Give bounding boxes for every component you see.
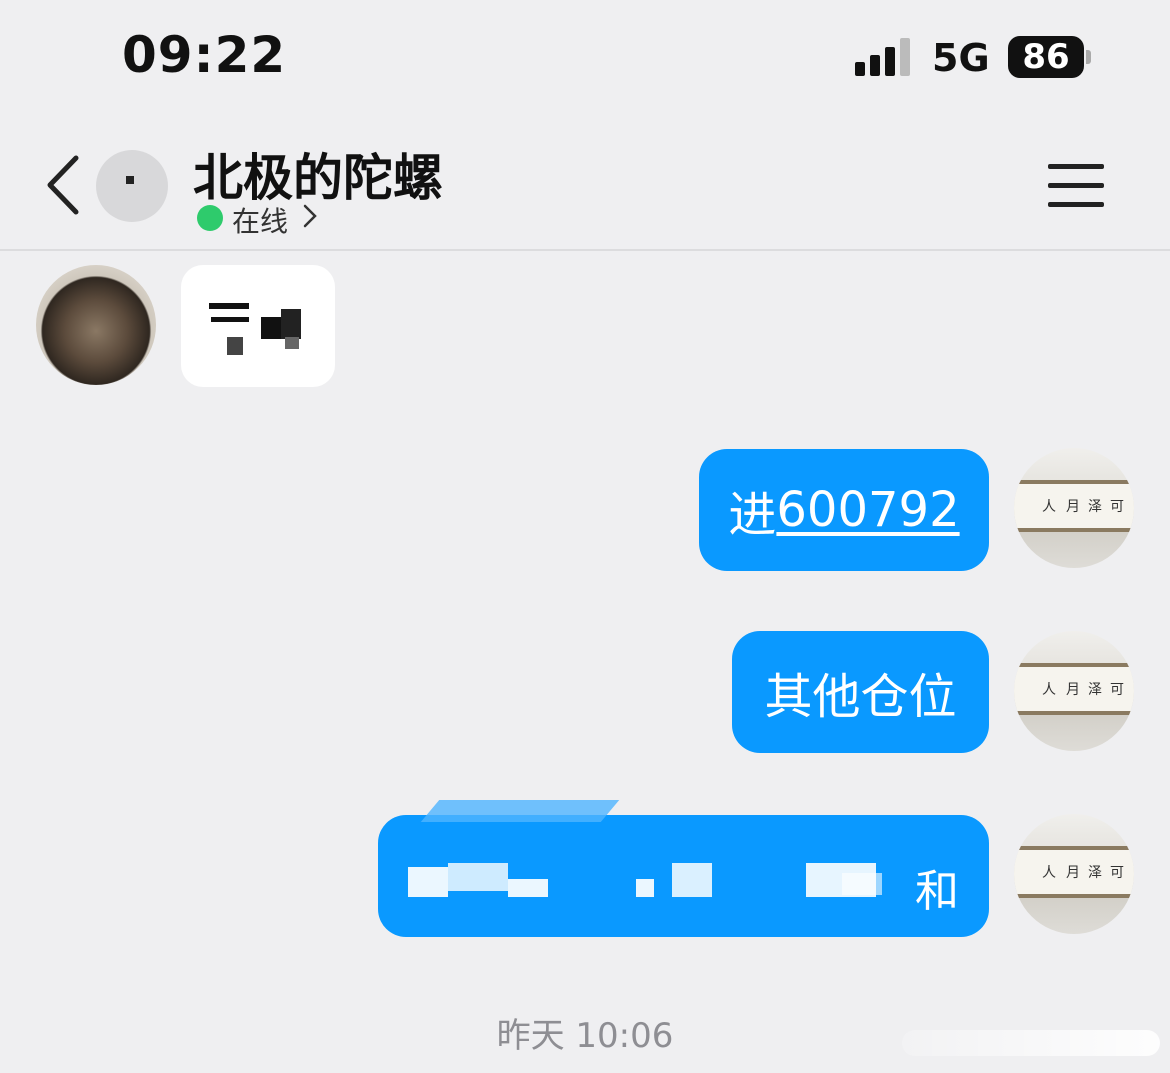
battery-nub <box>1086 50 1091 64</box>
online-status[interactable]: 在线 <box>232 200 288 240</box>
battery-icon: 86 <box>1008 36 1084 78</box>
contact-avatar[interactable] <box>36 265 156 385</box>
outgoing-bubble-redacted[interactable]: 和 <box>378 815 989 937</box>
chevron-right-icon[interactable] <box>300 203 320 229</box>
header-divider <box>0 249 1170 251</box>
menu-icon[interactable] <box>1048 164 1106 208</box>
my-avatar[interactable]: 人月泽可 <box>1014 814 1134 934</box>
my-avatar[interactable]: 人月泽可 <box>1014 631 1134 751</box>
back-icon[interactable] <box>42 150 90 220</box>
chat-title[interactable]: 北极的陀螺 <box>193 138 443 210</box>
network-type: 5G <box>932 36 990 80</box>
online-dot <box>197 205 223 231</box>
message-text: 和 <box>915 866 959 917</box>
outgoing-bubble[interactable]: 其他仓位 <box>732 631 989 753</box>
outgoing-bubble[interactable]: 进 600792 <box>699 449 989 571</box>
status-time: 09:22 <box>122 26 287 84</box>
signal-icon <box>855 38 915 76</box>
incoming-bubble[interactable] <box>181 265 335 387</box>
watermark <box>902 1030 1160 1056</box>
my-avatar[interactable]: 人月泽可 <box>1014 448 1134 568</box>
message-text: 进 <box>728 487 777 543</box>
stock-code-link[interactable]: 600792 <box>776 482 959 538</box>
header-avatar[interactable] <box>96 150 168 222</box>
redaction-stroke <box>420 800 620 822</box>
